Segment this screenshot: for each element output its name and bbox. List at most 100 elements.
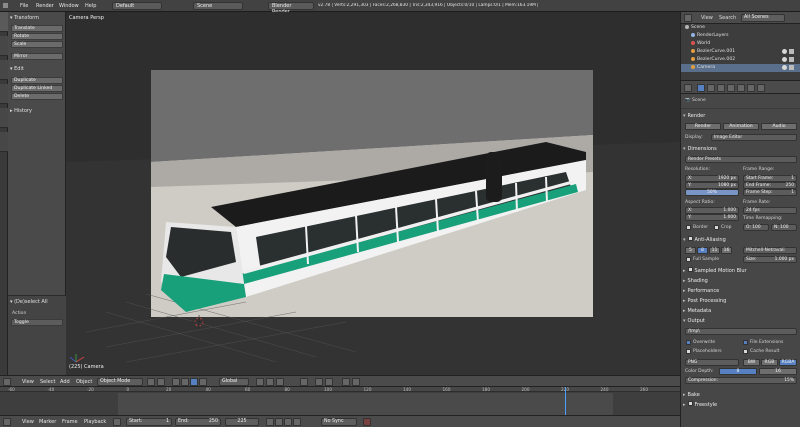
snap-icon[interactable] <box>315 378 323 386</box>
full-sample-checkbox[interactable] <box>686 257 691 262</box>
menu-window[interactable]: Window <box>59 3 79 9</box>
start-frame-field[interactable]: Start Frame: 1 <box>743 175 797 182</box>
editor-type-icon[interactable] <box>3 418 11 426</box>
tab-tools[interactable] <box>0 12 8 32</box>
aspect-x-field[interactable]: X: 1.000 <box>685 207 739 214</box>
end-frame-field[interactable]: End: 250 <box>175 418 221 426</box>
jump-start-icon[interactable] <box>266 418 274 426</box>
file-extensions-checkbox[interactable] <box>743 340 748 345</box>
panel-dimensions-header[interactable]: ▾ Dimensions <box>683 145 799 153</box>
current-frame-field[interactable]: 225 <box>225 418 259 426</box>
panel-transform-header[interactable]: ▾ Transform <box>10 15 39 21</box>
manipulator-icon[interactable] <box>172 378 180 386</box>
outliner-menu-view[interactable]: View <box>701 15 713 21</box>
compression-slider[interactable]: Compression: 15% <box>685 377 797 384</box>
duplicate-linked-button[interactable]: Duplicate Linked <box>11 85 63 92</box>
tab-grease-pencil[interactable] <box>0 132 8 152</box>
display-selector[interactable]: Image Editor <box>711 134 797 141</box>
translate-manipulator-icon[interactable] <box>181 378 189 386</box>
layer-icon[interactable] <box>276 378 284 386</box>
menu-view[interactable]: View <box>22 379 34 385</box>
outliner-row[interactable]: Scene <box>681 24 800 32</box>
timeline[interactable]: -60-40-200204060801001201401601802002202… <box>0 387 680 415</box>
file-format-selector[interactable]: PNG <box>685 359 739 366</box>
resolution-percentage[interactable]: 50% <box>685 189 739 196</box>
border-checkbox[interactable] <box>686 225 691 230</box>
color-bw-button[interactable]: BW <box>743 359 760 366</box>
start-frame-field[interactable]: Start: 1 <box>126 418 172 426</box>
aa-samples-16[interactable]: 16 <box>721 247 732 254</box>
resolution-x-field[interactable]: X: 1920 px <box>685 175 739 182</box>
lock-icon[interactable] <box>300 378 308 386</box>
eye-icon[interactable] <box>782 49 787 54</box>
depth-16-button[interactable]: 16 <box>759 368 797 375</box>
play-reverse-icon[interactable] <box>275 418 283 426</box>
menu-frame[interactable]: Frame <box>62 419 78 425</box>
mirror-button[interactable]: Mirror <box>11 53 63 60</box>
jump-end-icon[interactable] <box>293 418 301 426</box>
tab-relations[interactable] <box>0 60 8 80</box>
scene-context-icon[interactable] <box>717 84 725 92</box>
pivot-point-icon[interactable] <box>157 378 165 386</box>
tab-physics[interactable] <box>0 108 8 128</box>
rotate-manipulator-icon[interactable] <box>190 378 198 386</box>
mode-selector[interactable]: Object Mode <box>97 378 143 386</box>
menu-file[interactable]: File <box>20 3 28 9</box>
aa-filter-selector[interactable]: Mitchell-Netravali <box>743 247 797 254</box>
data-context-icon[interactable] <box>757 84 765 92</box>
frame-step-field[interactable]: Frame Step: 1 <box>743 189 797 196</box>
panel-freestyle-header[interactable]: ▸ Freestyle <box>683 401 799 409</box>
editor-type-icon[interactable] <box>684 14 692 22</box>
motion-blur-checkbox[interactable] <box>687 267 693 272</box>
panel-performance-header[interactable]: ▸ Performance <box>683 287 799 295</box>
transform-orientation-selector[interactable]: Global <box>219 378 249 386</box>
menu-add[interactable]: Add <box>60 379 70 385</box>
editor-type-icon[interactable] <box>3 3 8 8</box>
frame-rate-selector[interactable]: 24 fps <box>743 207 797 214</box>
depth-8-button[interactable]: 8 <box>719 368 757 375</box>
crop-checkbox[interactable] <box>714 225 719 230</box>
outliner[interactable]: Scene RenderLayers World BezierCurve.001… <box>680 24 800 80</box>
play-icon[interactable] <box>284 418 292 426</box>
cache-result-checkbox[interactable] <box>743 349 748 354</box>
aspect-y-field[interactable]: Y: 1.000 <box>685 214 739 221</box>
translate-button[interactable]: Translate <box>11 25 63 32</box>
constraints-context-icon[interactable] <box>747 84 755 92</box>
render-context-icon[interactable] <box>697 84 705 92</box>
tab-animation[interactable] <box>0 84 8 104</box>
rotate-button[interactable]: Rotate <box>11 33 63 40</box>
panel-sampled-motion-blur-header[interactable]: ▸ Sampled Motion Blur <box>683 267 799 275</box>
scale-manipulator-icon[interactable] <box>199 378 207 386</box>
editor-type-icon[interactable] <box>684 84 692 92</box>
menu-view[interactable]: View <box>22 419 34 425</box>
audio-button[interactable]: Audio <box>761 123 797 130</box>
cursor-icon[interactable] <box>789 65 794 70</box>
output-path-field[interactable]: /tmp\ <box>685 328 797 335</box>
render-engine-selector[interactable]: Blender Render <box>268 2 314 15</box>
aa-samples-11[interactable]: 11 <box>709 247 720 254</box>
panel-history-header[interactable]: ▸ History <box>10 108 32 114</box>
sync-mode-selector[interactable]: No Sync <box>321 418 357 426</box>
layer-icon[interactable] <box>256 378 264 386</box>
record-icon[interactable] <box>363 418 371 426</box>
outliner-row-selected[interactable]: Camera <box>681 64 800 72</box>
scale-button[interactable]: Scale <box>11 41 63 48</box>
outliner-menu-search[interactable]: Search <box>719 15 736 21</box>
layer-icon[interactable] <box>266 378 274 386</box>
opengl-render-icon[interactable] <box>342 378 350 386</box>
color-rgb-button[interactable]: RGB <box>761 359 778 366</box>
opengl-animation-icon[interactable] <box>352 378 360 386</box>
eye-icon[interactable] <box>782 57 787 62</box>
object-context-icon[interactable] <box>737 84 745 92</box>
cursor-icon[interactable] <box>789 49 794 54</box>
panel-shading-header[interactable]: ▸ Shading <box>683 277 799 285</box>
filter-size-field[interactable]: Size: 1.000 px <box>743 256 797 263</box>
tab-create[interactable] <box>0 36 8 56</box>
outliner-row[interactable]: RenderLayers <box>681 32 800 40</box>
resolution-y-field[interactable]: Y: 1080 px <box>685 182 739 189</box>
snap-element-icon[interactable] <box>325 378 333 386</box>
timeline-playhead[interactable] <box>565 387 566 415</box>
scene-selector[interactable]: Scene <box>193 2 243 10</box>
outliner-row[interactable]: BezierCurve.002 <box>681 56 800 64</box>
menu-render[interactable]: Render <box>36 3 54 9</box>
